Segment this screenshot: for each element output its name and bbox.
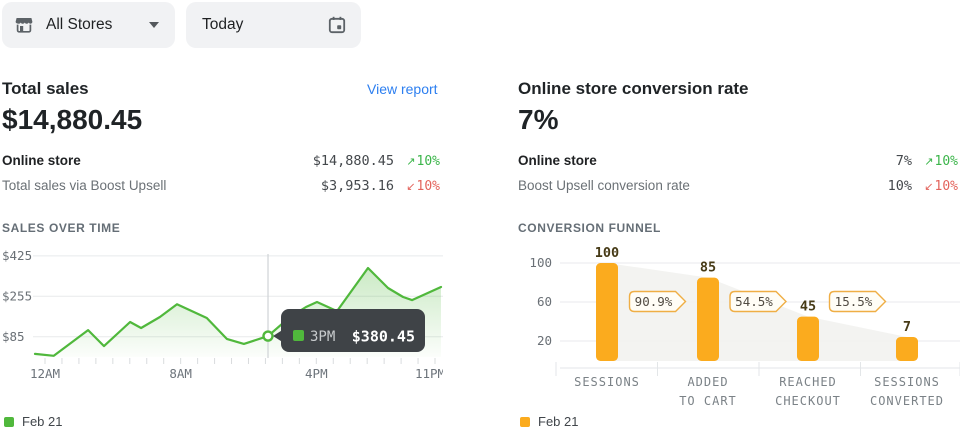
svg-text:TO CART: TO CART	[679, 394, 737, 408]
total-sales-value: $14,880.45	[2, 104, 142, 136]
metric-delta: ↙10%	[394, 179, 440, 194]
svg-text:3PM: 3PM	[310, 329, 335, 345]
chevron-down-icon	[149, 22, 159, 28]
legend-label: Feb 21	[538, 414, 578, 429]
date-selector[interactable]: Today	[186, 2, 361, 48]
metric-label: Boost Upsell conversion rate	[518, 178, 888, 193]
funnel-bar	[797, 317, 819, 361]
svg-text:90.9%: 90.9%	[635, 294, 673, 309]
total-sales-breakdown: Online store $14,880.45 ↗10% Total sales…	[2, 153, 440, 196]
funnel-legend: Feb 21	[520, 414, 578, 429]
date-selector-label: Today	[202, 16, 243, 34]
view-report-link[interactable]: View report	[367, 81, 438, 97]
legend-swatch-orange	[520, 417, 530, 427]
svg-text:45: 45	[800, 299, 816, 315]
svg-text:100: 100	[529, 255, 552, 270]
calendar-icon	[327, 15, 347, 35]
hover-marker	[264, 332, 273, 341]
metric-value: 10%	[888, 178, 912, 194]
store-selector-label: All Stores	[46, 16, 149, 34]
metric-row-boost-upsell-rate: Boost Upsell conversion rate 10% ↙10%	[518, 178, 958, 196]
legend-swatch-green	[4, 417, 14, 427]
total-sales-title: Total sales	[2, 79, 89, 99]
svg-text:100: 100	[595, 246, 619, 261]
svg-text:$380.45: $380.45	[352, 328, 415, 346]
store-selector[interactable]: All Stores	[2, 2, 175, 48]
svg-text:54.5%: 54.5%	[735, 294, 773, 309]
conversion-breakdown: Online store 7% ↗10% Boost Upsell conver…	[518, 153, 958, 196]
svg-text:8AM: 8AM	[169, 366, 192, 381]
svg-text:SESSIONS: SESSIONS	[874, 375, 940, 389]
funnel-bar	[596, 263, 618, 361]
svg-text:12AM: 12AM	[30, 366, 60, 381]
metric-value: $3,953.16	[321, 178, 394, 194]
metric-delta: ↙10%	[912, 179, 958, 194]
svg-text:$85: $85	[2, 329, 25, 344]
svg-text:CHECKOUT: CHECKOUT	[775, 394, 841, 408]
store-icon	[14, 15, 34, 35]
metric-row-online-store: Online store $14,880.45 ↗10%	[2, 153, 440, 171]
legend-label: Feb 21	[22, 414, 62, 429]
metric-label: Total sales via Boost Upsell	[2, 178, 321, 193]
metric-row-boost-upsell: Total sales via Boost Upsell $3,953.16 ↙…	[2, 178, 440, 196]
svg-text:15.5%: 15.5%	[835, 294, 873, 309]
conversion-funnel-heading: CONVERSION FUNNEL	[518, 221, 661, 235]
svg-text:$255: $255	[2, 288, 32, 303]
metric-value: $14,880.45	[313, 153, 394, 169]
metric-label: Online store	[518, 153, 896, 168]
svg-text:ADDED: ADDED	[687, 375, 728, 389]
svg-text:CONVERTED: CONVERTED	[870, 394, 944, 408]
svg-text:7: 7	[903, 319, 911, 335]
svg-text:60: 60	[537, 294, 552, 309]
svg-text:11PM: 11PM	[415, 366, 443, 381]
sales-over-time-chart[interactable]: $425 $255 $85 12AM 8AM 4PM 11PM 3PM $380.45	[0, 246, 443, 392]
sales-legend: Feb 21	[4, 414, 62, 429]
funnel-bar	[896, 337, 918, 361]
metric-value: 7%	[896, 153, 912, 169]
metric-label: Online store	[2, 153, 313, 168]
svg-text:SESSIONS: SESSIONS	[574, 375, 640, 389]
conversion-rate-title: Online store conversion rate	[518, 79, 749, 99]
chart-tooltip: 3PM $380.45	[273, 309, 425, 352]
svg-text:$425: $425	[2, 248, 32, 263]
svg-text:REACHED: REACHED	[779, 375, 837, 389]
conversion-funnel-chart[interactable]: 100 60 20 100 85 45 7 90.9% 54.5% 15.5% SESSIONS AD…	[518, 246, 960, 410]
svg-text:85: 85	[700, 260, 716, 276]
svg-text:4PM: 4PM	[305, 366, 328, 381]
conversion-rate-value: 7%	[518, 104, 558, 136]
metric-delta: ↗10%	[394, 154, 440, 169]
metric-row-online-store-rate: Online store 7% ↗10%	[518, 153, 958, 171]
sales-over-time-heading: SALES OVER TIME	[2, 221, 120, 235]
svg-text:20: 20	[537, 333, 552, 348]
metric-delta: ↗10%	[912, 154, 958, 169]
funnel-bar	[697, 278, 719, 361]
